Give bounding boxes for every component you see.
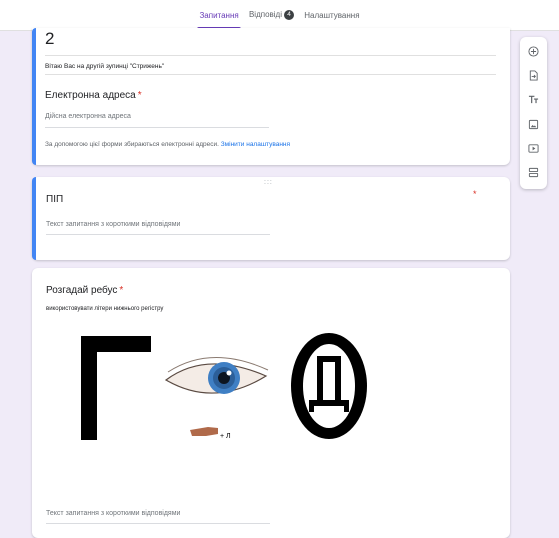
question-hint: використовувати літери нижнього регістру: [46, 306, 164, 312]
answer-underline: [46, 523, 270, 524]
add-section-icon[interactable]: [526, 165, 541, 180]
tab-responses-label: Відповіді: [248, 10, 283, 20]
section-description[interactable]: Вітаю Вас на другій зупинці "Стрижень": [45, 63, 164, 70]
add-video-icon[interactable]: [526, 141, 541, 156]
eye-image: [164, 357, 269, 394]
email-field-underline: [45, 127, 269, 128]
section-number: 2: [45, 29, 55, 48]
email-notice-text: За допомогою цієї форми збираються елект…: [45, 141, 219, 148]
tab-responses[interactable]: Відповіді 4: [248, 10, 295, 20]
question-title[interactable]: Розгадай ребус *: [46, 285, 123, 296]
responses-count-badge: 4: [284, 10, 295, 20]
required-star: *: [473, 189, 477, 199]
letter-g: Г: [46, 330, 47, 331]
rebus-plus-l: + Л: [220, 433, 231, 440]
letter-o-shape: [291, 333, 367, 439]
question-title-text: Розгадай ребус: [46, 285, 118, 296]
email-notice: За допомогою цієї форми збираються елект…: [45, 141, 290, 148]
import-questions-icon[interactable]: [526, 68, 541, 83]
pointing-hand-icon: [190, 427, 218, 436]
question-card-pib[interactable]: ::: ПІП * Текст запитання з короткими ві…: [32, 177, 510, 260]
tab-bar: Запитання Відповіді 4 Налаштування: [0, 10, 559, 29]
email-question-title: Електронна адреса *: [45, 90, 142, 101]
letter-g-shape: [81, 336, 151, 440]
tab-settings[interactable]: Налаштування: [304, 11, 359, 20]
top-bar: Запитання Відповіді 4 Налаштування: [0, 0, 559, 31]
add-title-icon[interactable]: [526, 92, 541, 107]
divider: [45, 74, 496, 75]
tab-questions[interactable]: Запитання: [197, 11, 242, 29]
email-title-text: Електронна адреса: [45, 90, 136, 101]
letter-d: Д: [46, 330, 47, 331]
add-question-icon[interactable]: [526, 44, 541, 59]
divider: [45, 55, 496, 56]
answer-underline: [46, 234, 270, 235]
short-answer-field: Текст запитання з короткими відповідями: [46, 221, 181, 228]
add-image-icon[interactable]: [526, 117, 541, 132]
required-star: *: [119, 285, 124, 296]
question-title[interactable]: ПІП: [46, 194, 63, 205]
rebus-image: Г + Л Д: [46, 330, 367, 440]
required-star: *: [137, 90, 142, 101]
short-answer-field: Текст запитання з короткими відповідями: [46, 510, 181, 517]
side-toolbar: [520, 37, 547, 189]
email-field: Дійсна електронна адреса: [45, 113, 131, 120]
drag-handle-icon[interactable]: :::: [264, 179, 273, 186]
section-card[interactable]: 2 Вітаю Вас на другій зупинці "Стрижень"…: [32, 28, 510, 165]
change-settings-link[interactable]: Змінити налаштування: [221, 141, 290, 148]
